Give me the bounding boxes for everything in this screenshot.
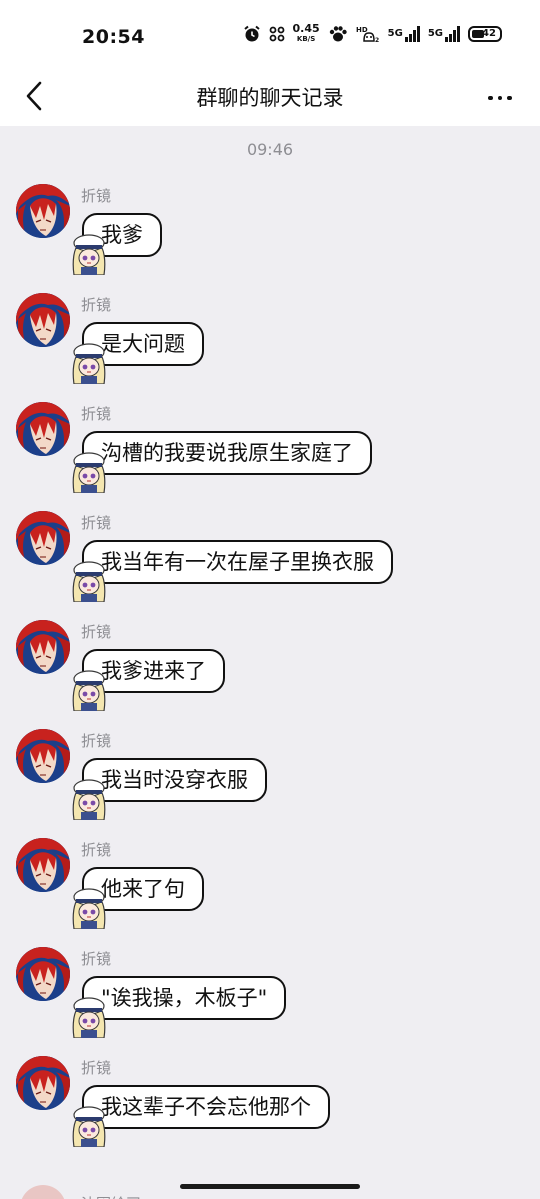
- sender-name: 折镜: [81, 950, 112, 968]
- status-bar: 20:54 0.45 KB/S HD 2 5G 5G 42: [0, 0, 540, 70]
- bubble-sticker-icon: [68, 449, 110, 494]
- net-speed-value: 0.45: [292, 22, 320, 35]
- svg-text:2: 2: [375, 37, 379, 43]
- bubble-sticker-icon: [68, 667, 110, 712]
- bubble-sticker-icon: [68, 776, 110, 821]
- message-row: 折镜我当年有一次在屋子里换衣服: [0, 511, 540, 620]
- message-row: 折镜 我爹: [0, 184, 540, 293]
- message-row: 折镜沟槽的我要说我原生家庭了: [0, 402, 540, 511]
- network-label: 5G: [427, 28, 443, 39]
- message-row: 折镜 我当时没穿衣服: [0, 729, 540, 838]
- sender-name: 沈因绘司: [81, 1189, 141, 1199]
- avatar[interactable]: [16, 620, 70, 674]
- bubble-sticker-icon: [68, 340, 110, 385]
- avatar[interactable]: [16, 511, 70, 565]
- message-bubble[interactable]: 沟槽的我要说我原生家庭了: [82, 431, 372, 475]
- sender-name: 折镜: [81, 405, 112, 423]
- sender-name: 折镜: [81, 296, 112, 314]
- battery-icon: 42: [468, 26, 502, 42]
- bubble-sticker-icon: [68, 231, 110, 276]
- page-title: 群聊的聊天记录: [196, 86, 344, 110]
- status-icons: 0.45 KB/S HD 2 5G 5G 42: [243, 22, 502, 44]
- avatar[interactable]: [16, 947, 70, 1001]
- bubble-sticker-icon: [68, 885, 110, 930]
- message-bubble[interactable]: 我当年有一次在屋子里换衣服: [82, 540, 393, 584]
- bubble-sticker-icon: [68, 994, 110, 1039]
- bubble-sticker-icon: [68, 558, 110, 603]
- sender-name: 折镜: [81, 1059, 112, 1077]
- more-button[interactable]: [480, 80, 520, 116]
- netspeed-icon: 0.45 KB/S: [292, 22, 320, 44]
- message-row: 折镜 是大问题: [0, 293, 540, 402]
- more-horizontal-icon: [488, 95, 512, 101]
- avatar[interactable]: [16, 729, 70, 783]
- chat-history[interactable]: 09:46 折镜 我爹 折镜 是大问题 折镜 沟槽的我要说我原生家庭了 折镜 我当年有一次在屋…: [0, 126, 540, 1199]
- bluetooth-icon: [269, 25, 285, 43]
- avatar[interactable]: [16, 1056, 70, 1110]
- message-row: 折镜我这辈子不会忘他那个: [0, 1056, 540, 1165]
- sender-name: 折镜: [81, 623, 112, 641]
- avatar[interactable]: [16, 838, 70, 892]
- paw-icon: [328, 25, 348, 43]
- sender-name: 折镜: [81, 187, 112, 205]
- status-time: 20:54: [82, 26, 145, 48]
- alarm-icon: [243, 25, 261, 43]
- sender-name: 折镜: [81, 514, 112, 532]
- avatar[interactable]: [16, 184, 70, 238]
- message-bubble[interactable]: "诶我操，木板子": [82, 976, 287, 1020]
- sender-name: 折镜: [81, 841, 112, 859]
- avatar[interactable]: [16, 402, 70, 456]
- bubble-sticker-icon: [68, 1103, 110, 1148]
- avatar[interactable]: [20, 1185, 66, 1199]
- sender-name: 折镜: [81, 732, 112, 750]
- signal-5g-icon: 5G: [388, 26, 420, 42]
- battery-level: 42: [482, 28, 496, 39]
- message-bubble[interactable]: 我这辈子不会忘他那个: [82, 1085, 330, 1129]
- message-row: 折镜 "诶我操，木板子": [0, 947, 540, 1056]
- message-row: 折镜 我爹进来了: [0, 620, 540, 729]
- avatar[interactable]: [16, 293, 70, 347]
- network-label: 5G: [387, 28, 403, 39]
- signal-5g-icon: 5G: [428, 26, 460, 42]
- nav-bar: 群聊的聊天记录: [0, 70, 540, 126]
- time-divider: 09:46: [246, 140, 294, 159]
- net-speed-unit: KB/S: [296, 35, 316, 43]
- svg-text:HD: HD: [356, 26, 368, 34]
- message-row: 折镜 他来了句: [0, 838, 540, 947]
- hd-icon: HD 2: [356, 25, 380, 43]
- home-indicator[interactable]: [180, 1184, 360, 1189]
